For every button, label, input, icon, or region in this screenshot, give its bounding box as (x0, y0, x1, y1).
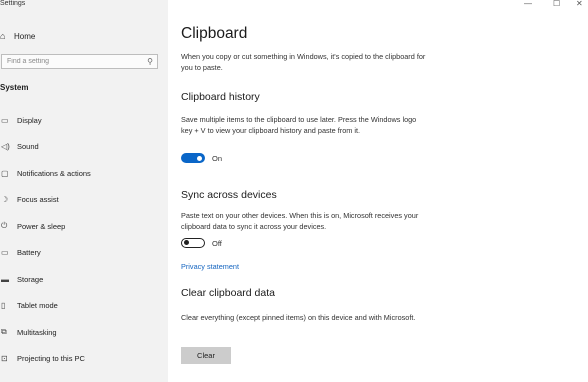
clipboard-history-toggle-state: On (212, 153, 223, 163)
power-icon: ⏻ (1, 221, 8, 230)
clipboard-history-toggle[interactable] (181, 153, 205, 163)
storage-icon: ▬ (1, 274, 9, 284)
sidebar-item-storage[interactable]: ▬ Storage (0, 272, 160, 286)
page-title: Clipboard (181, 25, 248, 42)
maximize-button[interactable]: ☐ (553, 0, 560, 8)
clipboard-history-description: Save multiple items to the clipboard to … (181, 115, 417, 135)
sidebar-item-tablet-mode[interactable]: ▯ Tablet mode (0, 298, 160, 312)
sidebar-item-home[interactable]: ⌂ Home (0, 28, 35, 44)
sidebar-item-label: Home (14, 31, 36, 41)
sidebar-item-label: Display (17, 115, 42, 125)
multitasking-icon: ⧉ (1, 327, 7, 336)
search-field[interactable]: Find a setting ⚲ (1, 54, 158, 69)
sidebar-item-projecting[interactable]: ⊡ Projecting to this PC (0, 351, 160, 365)
sidebar-item-notifications[interactable]: ▢ Notifications & actions (0, 166, 160, 180)
sound-icon: ◁) (1, 141, 10, 151)
notifications-icon: ▢ (1, 168, 9, 178)
sidebar-item-label: Battery (17, 247, 41, 257)
sidebar-item-label: Sound (17, 141, 39, 151)
projecting-icon: ⊡ (1, 353, 8, 363)
privacy-statement-link[interactable]: Privacy statement (181, 262, 239, 271)
clipboard-history-heading: Clipboard history (181, 91, 260, 103)
clear-button[interactable]: Clear (181, 347, 231, 364)
toggle-knob (184, 240, 189, 246)
sync-toggle-state: Off (212, 238, 222, 248)
sync-heading: Sync across devices (181, 189, 277, 201)
section-title: System (0, 83, 29, 92)
sync-toggle[interactable] (181, 238, 205, 248)
sidebar-item-multitasking[interactable]: ⧉ Multitasking (0, 325, 160, 339)
home-icon: ⌂ (0, 31, 6, 41)
display-icon: ▭ (1, 115, 9, 125)
battery-icon: ▭ (1, 247, 9, 257)
sidebar-item-battery[interactable]: ▭ Battery (0, 245, 160, 259)
tablet-mode-icon: ▯ (1, 300, 6, 310)
search-input[interactable]: Find a setting (7, 58, 147, 65)
sidebar-item-label: Power & sleep (17, 221, 66, 231)
clear-description: Clear everything (except pinned items) o… (181, 313, 416, 322)
close-button[interactable]: ✕ (576, 0, 583, 8)
sync-toggle-row: Off (181, 238, 222, 248)
sidebar-item-label: Storage (17, 274, 44, 284)
sidebar-item-power-sleep[interactable]: ⏻ Power & sleep (0, 219, 160, 233)
sidebar-item-label: Notifications & actions (17, 168, 91, 178)
intro-text: When you copy or cut something in Window… (181, 52, 426, 72)
sidebar-item-label: Projecting to this PC (17, 353, 85, 363)
clear-heading: Clear clipboard data (181, 287, 275, 299)
sidebar-item-display[interactable]: ▭ Display (0, 113, 160, 127)
sync-description: Paste text on your other devices. When t… (181, 211, 419, 231)
sidebar: Settings ⌂ Home Find a setting ⚲ System … (0, 0, 168, 382)
minimize-button[interactable]: — (524, 0, 532, 8)
sidebar-item-label: Focus assist (17, 194, 59, 204)
focus-assist-icon: ☽ (1, 194, 9, 204)
search-icon[interactable]: ⚲ (147, 57, 153, 66)
sidebar-item-focus-assist[interactable]: ☽ Focus assist (0, 192, 160, 206)
app-title: Settings (0, 0, 26, 7)
toggle-knob (197, 155, 202, 161)
sidebar-item-sound[interactable]: ◁) Sound (0, 139, 160, 153)
sidebar-item-label: Multitasking (17, 327, 57, 337)
clipboard-history-toggle-row: On (181, 153, 222, 163)
sidebar-item-label: Tablet mode (17, 300, 58, 310)
